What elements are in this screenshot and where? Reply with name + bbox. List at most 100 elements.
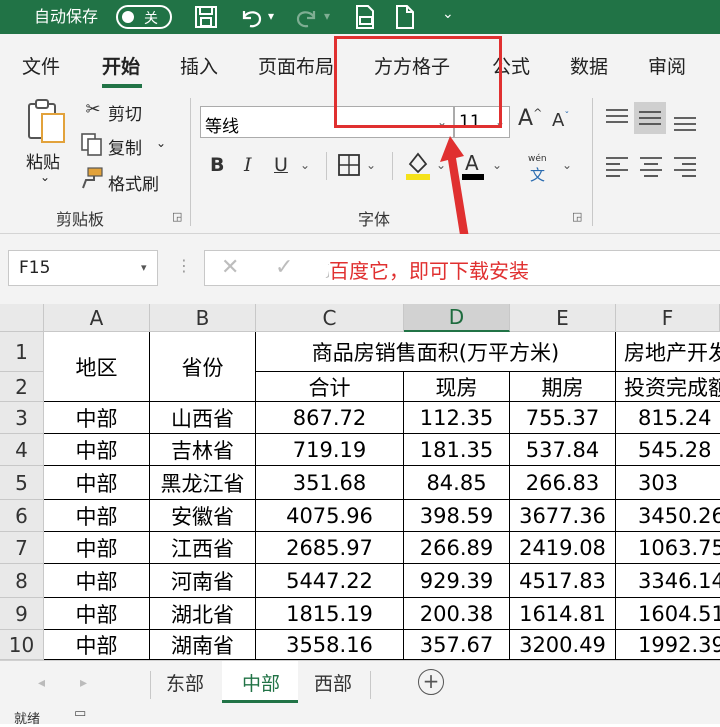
- format-painter-label[interactable]: 格式刷: [108, 170, 159, 195]
- column-header-f[interactable]: F: [616, 304, 720, 332]
- table-cell[interactable]: 5447.22: [256, 564, 404, 598]
- table-cell[interactable]: 4517.83: [510, 564, 616, 598]
- table-cell[interactable]: 303: [616, 466, 720, 500]
- save-icon[interactable]: [194, 5, 218, 29]
- formula-input[interactable]: ✕ ✓ fx 百度它，即可下载安装: [204, 250, 720, 286]
- tab-page-layout[interactable]: 页面布局: [258, 52, 334, 79]
- table-cell[interactable]: 266.89: [404, 532, 510, 564]
- tab-home[interactable]: 开始: [102, 52, 140, 79]
- scissors-icon[interactable]: ✂: [82, 98, 104, 120]
- sheet-tab-east[interactable]: 东部: [166, 669, 204, 696]
- table-cell[interactable]: 1604.51: [616, 598, 720, 630]
- column-header-a[interactable]: A: [44, 304, 150, 332]
- table-cell[interactable]: 755.37: [510, 402, 616, 434]
- column-header-b[interactable]: B: [150, 304, 256, 332]
- table-cell[interactable]: 719.19: [256, 434, 404, 466]
- accessibility-icon[interactable]: ▭: [74, 706, 86, 721]
- paste-dropdown-icon[interactable]: ⌄: [40, 170, 50, 184]
- table-cell[interactable]: 929.39: [404, 564, 510, 598]
- align-center-icon[interactable]: [638, 154, 664, 178]
- table-cell[interactable]: 黑龙江省: [150, 466, 256, 500]
- select-all-corner[interactable]: [0, 304, 44, 332]
- table-cell[interactable]: 1815.19: [256, 598, 404, 630]
- current-header[interactable]: 现房: [404, 372, 510, 402]
- phonetic-dropdown-icon[interactable]: ⌄: [562, 158, 572, 172]
- bold-button[interactable]: B: [210, 154, 224, 176]
- cancel-icon[interactable]: ✕: [221, 255, 239, 280]
- table-cell[interactable]: 3200.49: [510, 630, 616, 660]
- table-cell[interactable]: 中部: [44, 630, 150, 660]
- copy-icon[interactable]: [80, 132, 104, 156]
- align-middle-button[interactable]: [634, 102, 666, 134]
- table-cell[interactable]: 112.35: [404, 402, 510, 434]
- table-cell[interactable]: 中部: [44, 564, 150, 598]
- tab-data[interactable]: 数据: [570, 52, 608, 79]
- print-preview-icon[interactable]: [352, 4, 378, 30]
- undo-icon[interactable]: [238, 5, 264, 29]
- region-header[interactable]: 地区: [44, 332, 150, 402]
- tab-review[interactable]: 审阅: [648, 52, 686, 79]
- new-document-icon[interactable]: [394, 4, 416, 30]
- table-cell[interactable]: 2685.97: [256, 532, 404, 564]
- table-cell[interactable]: 1614.81: [510, 598, 616, 630]
- row-header-1[interactable]: 1: [0, 332, 44, 372]
- table-cell[interactable]: 545.28: [616, 434, 720, 466]
- table-cell[interactable]: 181.35: [404, 434, 510, 466]
- investment-header-2[interactable]: 投资完成额: [616, 372, 720, 402]
- row-header-7[interactable]: 7: [0, 532, 44, 564]
- table-cell[interactable]: 867.72: [256, 402, 404, 434]
- table-cell[interactable]: 3677.36: [510, 500, 616, 532]
- total-header[interactable]: 合计: [256, 372, 404, 402]
- table-cell[interactable]: 吉林省: [150, 434, 256, 466]
- underline-button[interactable]: U: [274, 154, 288, 176]
- row-header-10[interactable]: 10: [0, 630, 44, 660]
- table-cell[interactable]: 中部: [44, 598, 150, 630]
- column-header-c[interactable]: C: [256, 304, 404, 332]
- table-cell[interactable]: 中部: [44, 500, 150, 532]
- name-box-dropdown-icon[interactable]: ▾: [141, 261, 147, 274]
- table-cell[interactable]: 湖南省: [150, 630, 256, 660]
- sheet-tab-west[interactable]: 西部: [314, 669, 352, 696]
- province-header[interactable]: 省份: [150, 332, 256, 402]
- column-header-e[interactable]: E: [510, 304, 616, 332]
- align-top-icon[interactable]: [604, 106, 630, 130]
- row-header-9[interactable]: 9: [0, 598, 44, 630]
- sales-area-header[interactable]: 商品房销售面积(万平方米): [256, 332, 616, 372]
- paste-icon[interactable]: [26, 98, 68, 144]
- table-cell[interactable]: 中部: [44, 466, 150, 500]
- investment-header-1[interactable]: 房地产开发: [616, 332, 720, 372]
- customize-toolbar-icon[interactable]: ⌄: [442, 6, 454, 22]
- cut-label[interactable]: 剪切: [108, 100, 142, 125]
- table-cell[interactable]: 3346.14: [616, 564, 720, 598]
- row-header-5[interactable]: 5: [0, 466, 44, 500]
- table-cell[interactable]: 中部: [44, 532, 150, 564]
- table-cell[interactable]: 3558.16: [256, 630, 404, 660]
- table-cell[interactable]: 湖北省: [150, 598, 256, 630]
- table-cell[interactable]: 中部: [44, 402, 150, 434]
- align-bottom-icon[interactable]: [672, 110, 698, 134]
- underline-dropdown-icon[interactable]: ⌄: [300, 158, 310, 172]
- table-cell[interactable]: 中部: [44, 434, 150, 466]
- tab-insert[interactable]: 插入: [180, 52, 218, 79]
- table-cell[interactable]: 安徽省: [150, 500, 256, 532]
- table-cell[interactable]: 2419.08: [510, 532, 616, 564]
- align-left-icon[interactable]: [604, 154, 630, 178]
- table-cell[interactable]: 3450.26: [616, 500, 720, 532]
- format-painter-icon[interactable]: [78, 166, 106, 190]
- name-box[interactable]: F15 ▾: [8, 250, 158, 286]
- align-right-icon[interactable]: [672, 154, 698, 178]
- italic-button[interactable]: I: [244, 154, 252, 176]
- table-cell[interactable]: 4075.96: [256, 500, 404, 532]
- autosave-toggle[interactable]: 关: [116, 5, 172, 29]
- future-header[interactable]: 期房: [510, 372, 616, 402]
- row-header-3[interactable]: 3: [0, 402, 44, 434]
- enter-icon[interactable]: ✓: [275, 255, 293, 280]
- table-cell[interactable]: 1992.39: [616, 630, 720, 660]
- decrease-font-icon[interactable]: Aˇ: [552, 110, 569, 131]
- borders-icon[interactable]: [338, 154, 360, 176]
- table-cell[interactable]: 266.83: [510, 466, 616, 500]
- font-color-dropdown-icon[interactable]: ⌄: [492, 158, 502, 172]
- table-cell[interactable]: 江西省: [150, 532, 256, 564]
- phonetic-guide-icon[interactable]: wén 文: [526, 154, 556, 184]
- table-cell[interactable]: 河南省: [150, 564, 256, 598]
